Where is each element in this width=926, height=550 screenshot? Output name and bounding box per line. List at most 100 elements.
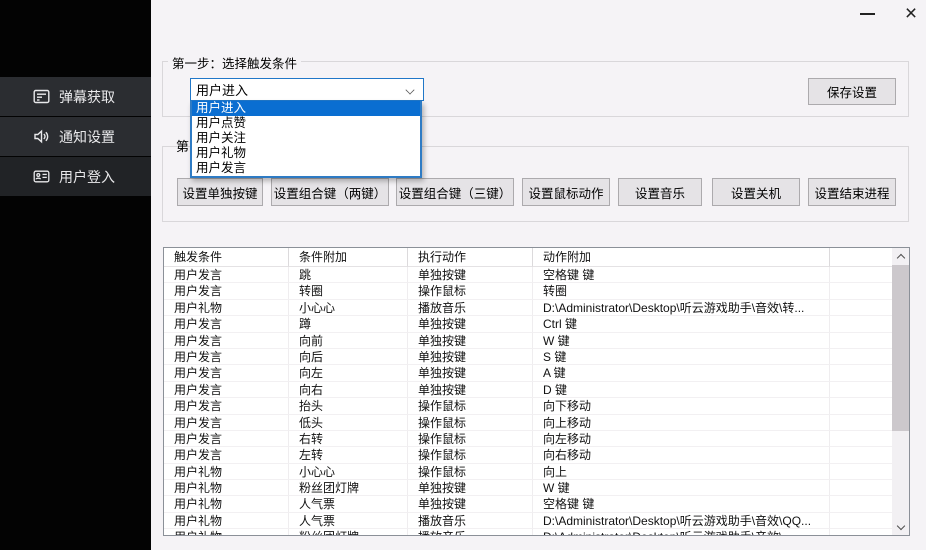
table-row[interactable]: 用户礼物 人气票 播放音乐 D:\Administrator\Desktop\听… (164, 513, 892, 529)
column-header-condition[interactable]: 条件附加 (289, 248, 408, 267)
user-login-icon (33, 168, 50, 185)
dropdown-option[interactable]: 用户关注 (192, 131, 420, 146)
vertical-scrollbar[interactable] (892, 248, 909, 535)
table-cell-condition: 小心心 (289, 464, 408, 480)
set-shutdown-button[interactable]: 设置关机 (712, 178, 800, 206)
dropdown-option[interactable]: 用户点赞 (192, 116, 420, 131)
set-end-process-button[interactable]: 设置结束进程 (808, 178, 896, 206)
scroll-down-icon[interactable] (892, 518, 909, 535)
table-cell-condition: 抬头 (289, 398, 408, 414)
table-cell-condition: 人气票 (289, 513, 408, 529)
table-cell-action: 操作鼠标 (408, 447, 533, 463)
table-row[interactable]: 用户发言 低头 操作鼠标 向上移动 (164, 415, 892, 431)
table-row[interactable]: 用户发言 左转 操作鼠标 向右移动 (164, 447, 892, 463)
chevron-down-icon (406, 85, 415, 94)
table-cell-trigger: 用户礼物 (164, 300, 289, 316)
table-cell-trigger: 用户发言 (164, 333, 289, 349)
table-cell-trigger: 用户礼物 (164, 464, 289, 480)
table-cell-filler (830, 300, 892, 316)
save-settings-button[interactable]: 保存设置 (808, 78, 896, 105)
table-cell-filler (830, 382, 892, 398)
table-cell-condition: 人气票 (289, 496, 408, 512)
table-cell-condition: 右转 (289, 431, 408, 447)
table-cell-condition: 小心心 (289, 300, 408, 316)
close-icon[interactable]: × (898, 0, 924, 28)
table-cell-extra: W 键 (533, 333, 830, 349)
table-row[interactable]: 用户礼物 粉丝团灯牌 单独按键 W 键 (164, 480, 892, 496)
set-combo-2key-button[interactable]: 设置组合键（两键） (271, 178, 389, 206)
column-header-trigger[interactable]: 触发条件 (164, 248, 289, 267)
table-cell-filler (830, 480, 892, 496)
table-cell-extra: 向上移动 (533, 415, 830, 431)
table-cell-extra: 空格键 键 (533, 496, 830, 512)
table-cell-condition: 粉丝团灯牌 (289, 480, 408, 496)
table-cell-condition: 跳 (289, 267, 408, 283)
sidebar-item-notification[interactable]: 通知设置 (0, 117, 151, 156)
table-cell-extra: 向左移动 (533, 431, 830, 447)
sidebar-item-label: 用户登入 (59, 167, 115, 187)
scroll-up-icon[interactable] (892, 248, 909, 265)
table-row[interactable]: 用户礼物 小心心 播放音乐 D:\Administrator\Desktop\听… (164, 300, 892, 316)
table-cell-action: 单独按键 (408, 382, 533, 398)
table-cell-trigger: 用户发言 (164, 415, 289, 431)
notification-icon (33, 128, 50, 145)
table-cell-condition: 蹲 (289, 316, 408, 332)
table-cell-trigger: 用户礼物 (164, 480, 289, 496)
step1-label: 第一步：选择触发条件 (168, 53, 301, 72)
table-row[interactable]: 用户发言 向左 单独按键 A 键 (164, 365, 892, 381)
table-cell-trigger: 用户发言 (164, 365, 289, 381)
table-row[interactable]: 用户发言 抬头 操作鼠标 向下移动 (164, 398, 892, 414)
table-header-row: 触发条件 条件附加 执行动作 动作附加 (164, 248, 909, 267)
table-row[interactable]: 用户礼物 小心心 操作鼠标 向上 (164, 464, 892, 480)
column-header-action[interactable]: 执行动作 (408, 248, 533, 267)
table-cell-action: 单独按键 (408, 480, 533, 496)
table-cell-filler (830, 333, 892, 349)
table-cell-filler (830, 529, 892, 535)
table-cell-trigger: 用户发言 (164, 382, 289, 398)
table-cell-action: 单独按键 (408, 333, 533, 349)
table-row[interactable]: 用户礼物 粉丝团灯牌 播放音乐 D:\Administrator\Desktop… (164, 529, 892, 535)
table-cell-action: 单独按键 (408, 267, 533, 283)
table-row[interactable]: 用户发言 向后 单独按键 S 键 (164, 349, 892, 365)
dropdown-option[interactable]: 用户进入 (192, 101, 420, 116)
combobox-selected-value: 用户进入 (191, 80, 406, 99)
sidebar-item-user-login[interactable]: 用户登入 (0, 157, 151, 196)
table-row[interactable]: 用户发言 向右 单独按键 D 键 (164, 382, 892, 398)
app-window: 弹幕获取 通知设置 用户登入 (0, 0, 926, 550)
table-cell-action: 播放音乐 (408, 300, 533, 316)
dropdown-option[interactable]: 用户发言 (192, 161, 420, 176)
set-mouse-action-button[interactable]: 设置鼠标动作 (522, 178, 610, 206)
minimize-icon[interactable] (860, 13, 875, 15)
table-cell-trigger: 用户发言 (164, 316, 289, 332)
table-row[interactable]: 用户发言 右转 操作鼠标 向左移动 (164, 431, 892, 447)
danmaku-icon (33, 88, 50, 105)
table-row[interactable]: 用户发言 跳 单独按键 空格键 键 (164, 267, 892, 283)
trigger-condition-combobox[interactable]: 用户进入 (190, 78, 424, 101)
sidebar-item-danmaku[interactable]: 弹幕获取 (0, 77, 151, 116)
column-header-extra[interactable]: 动作附加 (533, 248, 830, 267)
sidebar: 弹幕获取 通知设置 用户登入 (0, 0, 151, 550)
table-cell-condition: 向左 (289, 365, 408, 381)
table-cell-filler (830, 267, 892, 283)
table-cell-filler (830, 464, 892, 480)
set-music-button[interactable]: 设置音乐 (618, 178, 702, 206)
table-row[interactable]: 用户礼物 人气票 单独按键 空格键 键 (164, 496, 892, 512)
table-row[interactable]: 用户发言 向前 单独按键 W 键 (164, 333, 892, 349)
table-cell-action: 单独按键 (408, 365, 533, 381)
table-row[interactable]: 用户发言 转圈 操作鼠标 转圈 (164, 283, 892, 299)
table-cell-condition: 向右 (289, 382, 408, 398)
dropdown-option[interactable]: 用户礼物 (192, 146, 420, 161)
sidebar-item-label: 通知设置 (59, 127, 115, 147)
set-single-key-button[interactable]: 设置单独按键 (177, 178, 263, 206)
table-cell-trigger: 用户礼物 (164, 529, 289, 535)
table-cell-action: 操作鼠标 (408, 415, 533, 431)
table-cell-extra: D:\Administrator\Desktop\听云游戏助手\音效\转... (533, 300, 830, 316)
table-cell-filler (830, 365, 892, 381)
table-row[interactable]: 用户发言 蹲 单独按键 Ctrl 键 (164, 316, 892, 332)
table-cell-action: 播放音乐 (408, 513, 533, 529)
table-cell-trigger: 用户发言 (164, 283, 289, 299)
set-combo-3key-button[interactable]: 设置组合键（三键） (396, 178, 514, 206)
table-cell-filler (830, 349, 892, 365)
table-cell-condition: 转圈 (289, 283, 408, 299)
scrollbar-thumb[interactable] (892, 265, 909, 431)
